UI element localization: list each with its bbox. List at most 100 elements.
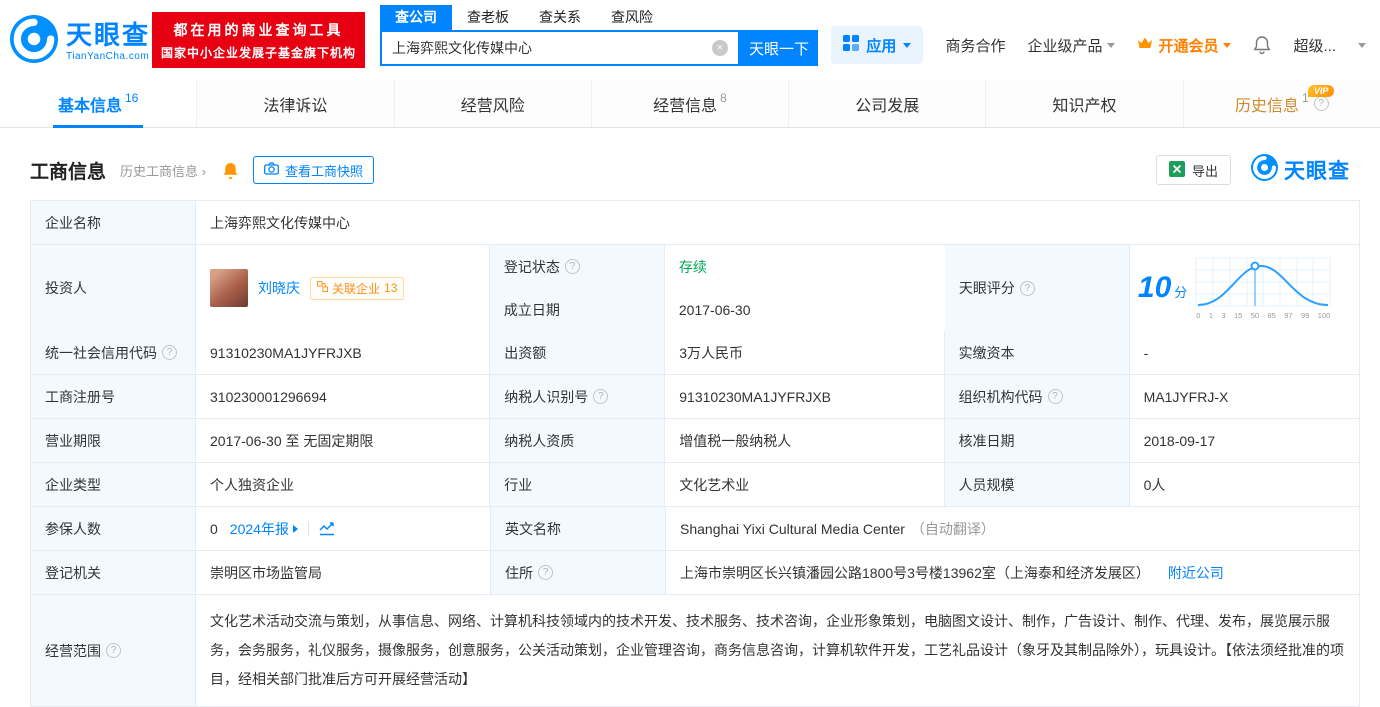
tab-business-info[interactable]: 经营信息 8 (591, 80, 790, 127)
tax-id-value: 91310230MA1JYFRJXB (665, 375, 945, 418)
address-text: 上海市崇明区长兴镇潘园公路1800号3号楼13962室（上海泰和经济发展区） (680, 564, 1150, 581)
help-icon[interactable] (1047, 389, 1063, 404)
export-button[interactable]: 导出 (1155, 155, 1231, 185)
approve-date-value: 2018-09-17 (1129, 419, 1359, 462)
establish-date-subrow: 成立日期 2017-06-30 (489, 288, 945, 331)
investor-avatar[interactable] (210, 269, 248, 307)
org-code-value: MA1JYFRJ-X (1129, 375, 1359, 418)
user-account-label[interactable]: 超级... (1293, 35, 1336, 56)
label-text: 住所 (505, 564, 533, 581)
apps-grid-icon (843, 35, 860, 55)
help-icon[interactable] (106, 643, 121, 658)
table-row-company-type: 企业类型 个人独资企业 行业 文化艺术业 人员规模 0人 (31, 463, 1359, 507)
tab-basic-info[interactable]: 基本信息 16 (0, 80, 198, 127)
establish-date-value: 2017-06-30 (664, 288, 945, 331)
tianyancha-logo-icon (1251, 154, 1278, 186)
term-value: 2017-06-30 至 无固定期限 (196, 419, 491, 462)
related-companies-label: 关联企业 (332, 281, 381, 296)
tab-count: 8 (720, 90, 727, 105)
credit-code-label: 统一社会信用代码 (31, 331, 196, 374)
search-tab-boss[interactable]: 查老板 (452, 5, 524, 30)
chevron-down-icon (903, 42, 912, 48)
insured-count: 0 (210, 520, 218, 537)
apps-label: 应用 (866, 37, 897, 55)
company-name-value: 上海弈熙文化传媒中心 (196, 201, 1359, 244)
investor-name-link[interactable]: 刘晓庆 (258, 278, 300, 298)
apps-menu[interactable]: 应用 (831, 26, 924, 64)
search-input[interactable] (382, 40, 712, 56)
insured-value: 0 2024年报 (196, 507, 491, 550)
table-row-authority: 登记机关 崇明区市场监管局 住所 上海市崇明区长兴镇潘园公路1800号3号楼13… (31, 551, 1359, 595)
help-icon[interactable] (162, 345, 177, 360)
snapshot-label: 查看工商快照 (284, 163, 363, 179)
staff-size-value: 0人 (1129, 463, 1359, 506)
open-membership-link[interactable]: 开通会员 (1137, 35, 1232, 56)
tab-label: 基本信息 (57, 97, 122, 115)
capital-value: 3万人民币 (665, 331, 945, 374)
org-code-label: 组织机构代码 (944, 375, 1130, 418)
tab-operation-risk[interactable]: 经营风险 (394, 80, 592, 127)
search-tab-risk[interactable]: 查风险 (596, 5, 668, 30)
view-snapshot-button[interactable]: 查看工商快照 (252, 156, 374, 184)
tab-label: 公司发展 (855, 97, 920, 115)
insured-label: 参保人数 (31, 507, 196, 550)
investor-label: 投资人 (31, 245, 196, 331)
tab-history-info[interactable]: VIP 历史信息 1 (1183, 80, 1380, 127)
tab-label: 经营信息 (653, 97, 718, 115)
authority-label: 登记机关 (31, 551, 196, 594)
english-name-value: Shanghai Yixi Cultural Media Center （自动翻… (666, 507, 1359, 550)
score-value: 10 分 0 1 3 15 50 85 97 99 100 (1129, 245, 1359, 331)
help-icon[interactable] (538, 565, 553, 580)
insured-trend-chart-icon[interactable] (319, 521, 335, 536)
nearby-companies-link[interactable]: 附近公司 (1168, 563, 1224, 583)
account-chevron-down-icon[interactable] (1358, 42, 1366, 48)
reg-no-value: 310230001296694 (196, 375, 491, 418)
tianyancha-logo[interactable]: 天眼查 TianYanCha.com (10, 15, 150, 68)
business-scope-value: 文化艺术活动交流与策划，从事信息、网络、计算机科技领域内的技术开发、技术服务、技… (196, 595, 1359, 706)
tab-legal-litigation[interactable]: 法律诉讼 (197, 80, 395, 127)
label-text: 经营范围 (45, 642, 101, 659)
enterprise-product-menu[interactable]: 企业级产品 (1027, 35, 1116, 56)
score-chart-ticks: 0 1 3 15 50 85 97 99 100 (1196, 310, 1331, 320)
tab-count: 1 (1301, 90, 1309, 105)
search-tab-relation[interactable]: 查关系 (524, 5, 596, 30)
annual-report-link[interactable]: 2024年报 (230, 519, 298, 539)
tax-id-label: 纳税人识别号 (490, 375, 666, 418)
english-name-label: 英文名称 (491, 507, 666, 550)
tab-count: 16 (124, 90, 139, 105)
chevron-down-icon (1107, 42, 1116, 48)
search-area: 查公司 查老板 查关系 查风险 天眼一下 (380, 5, 818, 66)
search-button[interactable]: 天眼一下 (740, 30, 818, 66)
subscribe-bell-icon[interactable] (222, 161, 239, 180)
tab-label: 知识产权 (1052, 97, 1117, 115)
section-title: 工商信息 (30, 161, 107, 183)
table-row-reg-no: 工商注册号 310230001296694 纳税人识别号 91310230MA1… (31, 375, 1359, 419)
approve-date-label: 核准日期 (944, 419, 1130, 462)
term-label: 营业期限 (31, 419, 196, 462)
help-icon[interactable] (1313, 96, 1329, 111)
divider (307, 521, 309, 536)
label-text: 统一社会信用代码 (45, 344, 157, 361)
biz-cooperation-link[interactable]: 商务合作 (945, 35, 1005, 56)
paid-capital-value: - (1129, 331, 1359, 374)
status-date-column: 登记状态 存续 成立日期 2017-06-30 (489, 245, 945, 331)
tax-quality-label: 纳税人资质 (490, 419, 666, 462)
staff-size-label: 人员规模 (944, 463, 1130, 506)
tab-company-development[interactable]: 公司发展 (789, 80, 987, 127)
help-icon[interactable] (564, 259, 580, 274)
notification-bell-icon[interactable] (1253, 35, 1272, 55)
history-business-info-link[interactable]: 历史工商信息 (120, 161, 206, 180)
search-tab-company[interactable]: 查公司 (380, 5, 452, 30)
search-tabs: 查公司 查老板 查关系 查风险 (380, 5, 818, 30)
logo-domain: TianYanCha.com (66, 51, 150, 63)
capital-label: 出资额 (490, 331, 666, 374)
clear-search-icon[interactable] (712, 40, 728, 56)
header-right-nav: 应用 商务合作 企业级产品 开通会员 超级... (831, 26, 1366, 64)
help-icon[interactable] (1019, 280, 1035, 296)
tab-intellectual-property[interactable]: 知识产权 (986, 80, 1184, 127)
score-distribution-chart: 0 1 3 15 50 85 97 99 100 (1193, 257, 1333, 320)
reg-status-subrow: 登记状态 存续 (489, 245, 945, 288)
related-companies-badge[interactable]: 关联企业 13 (310, 276, 405, 300)
table-row-credit-code: 统一社会信用代码 91310230MA1JYFRJXB 出资额 3万人民币 实缴… (31, 331, 1359, 375)
help-icon[interactable] (593, 389, 609, 404)
